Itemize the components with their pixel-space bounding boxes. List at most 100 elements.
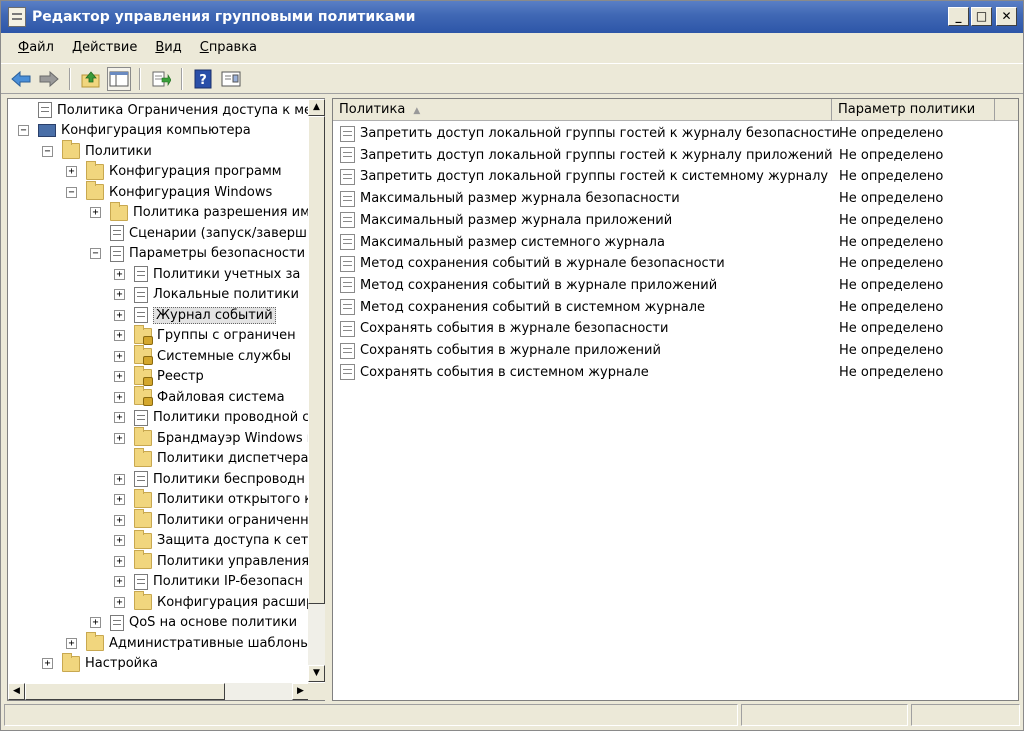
menu-file[interactable]: Файл [9,40,63,55]
tree-item[interactable]: + Защита доступа к сет [114,529,308,551]
minimize-button[interactable]: _ [948,7,969,26]
policy-name-cell: Максимальный размер журнала приложений [333,212,832,229]
show-hide-tree-button[interactable] [107,66,131,91]
help-button[interactable]: ? [191,67,215,91]
policy-name-cell: Сохранять события в журнале приложений [333,342,832,359]
collapse-icon[interactable]: − [42,145,53,157]
expand-icon[interactable]: + [114,350,125,362]
expand-icon[interactable]: + [114,576,125,587]
scroll-right-arrow-icon[interactable]: ▶ [292,683,309,700]
tree-item[interactable]: + Административные шаблоны [66,632,311,653]
column-header-setting[interactable]: Параметр политики [832,99,995,121]
console-tree-pane[interactable]: Политика Ограничения доступа к медиа − Кон… [7,98,325,701]
menu-view[interactable]: Вид [146,40,190,55]
tree-item[interactable]: − Конфигурация компьютера [18,121,251,141]
tree-item[interactable]: + Локальные политики [114,285,299,305]
tree-item[interactable]: + Политики ограниченн [114,509,309,530]
scroll-up-arrow-icon[interactable]: ▲ [308,99,325,116]
up-level-button[interactable] [79,67,103,91]
tree-item[interactable]: − Политики [42,140,152,161]
expand-icon[interactable]: + [114,289,125,300]
expand-icon[interactable]: + [114,371,125,382]
scroll-left-arrow-icon[interactable]: ◀ [8,683,25,700]
collapse-icon[interactable]: − [90,248,101,259]
back-button[interactable] [9,67,33,91]
tree-item[interactable]: − Параметры безопасности [90,244,305,264]
tree-hscroll-thumb[interactable] [25,683,225,700]
expand-icon[interactable]: + [114,309,125,321]
tree-vertical-scrollbar[interactable]: ▲ ▼ [308,99,325,682]
tree-horizontal-scrollbar[interactable]: ◀ ▶ [8,683,309,700]
tree-item[interactable]: + Политики проводной с [114,408,309,428]
tree-item[interactable]: + Политики управления [114,550,309,571]
tree-item[interactable]: Сценарии (запуск/заверш [90,223,307,243]
policy-setting-value: Не определено [839,169,944,185]
properties-button[interactable] [219,67,243,91]
collapse-icon[interactable]: − [66,186,77,198]
policy-row[interactable]: Запретить доступ локальной группы гостей… [333,166,1013,187]
status-segment-2 [741,704,908,726]
policy-row[interactable]: Сохранять события в журнале безопасности… [333,318,1013,339]
tree-item[interactable]: + Политики IP-безопасн [114,572,303,592]
tree-item[interactable]: + Системные службы [114,345,291,366]
menu-help[interactable]: Справка [191,40,266,55]
tree-item[interactable]: + Журнал событий [114,305,276,325]
policy-name: Максимальный размер системного журнала [360,234,665,250]
expand-icon[interactable]: + [114,514,125,526]
policy-list-pane[interactable]: Политика ▲ Параметр политики Запретить до… [332,98,1019,701]
expand-icon[interactable]: + [42,658,53,669]
policy-row[interactable]: Метод сохранения событий в журнале безоп… [333,253,1013,274]
policy-row[interactable]: Запретить доступ локальной группы гостей… [333,145,1013,166]
expand-icon[interactable]: + [66,637,77,649]
tree-item[interactable]: + Файловая система [114,386,285,407]
column-header-policy[interactable]: Политика ▲ [333,99,832,121]
close-button[interactable]: ✕ [996,7,1017,26]
policy-row[interactable]: Максимальный размер журнала приложений Не… [333,210,1013,231]
collapse-icon[interactable]: − [18,125,29,136]
expand-icon[interactable]: + [114,555,125,567]
expand-icon[interactable]: + [114,596,125,608]
policy-row[interactable]: Запретить доступ локальной группы гостей… [333,123,1013,144]
expand-icon[interactable]: + [114,391,125,403]
policy-row[interactable]: Метод сохранения событий в журнале прило… [333,275,1013,296]
expand-icon[interactable]: + [114,268,125,280]
tree-item[interactable]: Политика Ограничения доступа к медиа [18,100,325,120]
policy-row[interactable]: Максимальный размер системного журнала Не… [333,232,1013,253]
tree-item[interactable]: + Конфигурация расшир [114,591,314,612]
tree-scroll-thumb[interactable] [308,116,325,604]
gpo-app-icon [8,7,26,27]
tree-item[interactable]: + Политики открытого к [114,488,312,510]
scroll-down-arrow-icon[interactable]: ▼ [308,665,325,682]
expand-icon[interactable]: + [114,412,125,423]
policy-row[interactable]: Метод сохранения событий в системном жур… [333,297,1013,318]
policy-row[interactable]: Максимальный размер журнала безопасности… [333,188,1013,209]
expand-icon[interactable]: + [114,535,125,546]
tree-item[interactable]: + Настройка [42,652,158,674]
title-bar[interactable]: Редактор управления групповыми политикам… [1,1,1023,33]
menu-action[interactable]: Действие [63,40,146,55]
policy-row[interactable]: Сохранять события в журнале приложений Не… [333,340,1013,361]
pane-splitter[interactable] [325,98,332,701]
expand-icon[interactable]: + [66,166,77,177]
tree-item[interactable]: + Политики учетных за [114,264,300,284]
tree-item[interactable]: + Политики беспроводн [114,469,305,489]
expand-icon[interactable]: + [114,330,125,341]
export-list-button[interactable] [149,67,173,91]
expand-icon[interactable]: + [114,494,125,505]
tree-item-label: Политики IP-безопасн [153,574,304,589]
tree-item[interactable]: + QoS на основе политики [90,613,297,633]
tree-item[interactable]: − Конфигурация Windows [66,181,272,202]
tree-item[interactable]: + Реестр [114,365,204,387]
maximize-button[interactable]: □ [971,7,992,26]
expand-icon[interactable]: + [114,473,125,485]
expand-icon[interactable]: + [90,207,101,218]
tree-item[interactable]: Политики диспетчера [114,447,309,469]
tree-item[interactable]: + Брандмауэр Windows в [114,427,314,448]
tree-item[interactable]: + Конфигурация программ [66,160,282,182]
expand-icon[interactable]: + [114,432,125,444]
forward-button[interactable] [37,67,61,91]
expand-icon[interactable]: + [90,617,101,628]
tree-item[interactable]: + Политика разрешения име [90,201,318,223]
policy-row[interactable]: Сохранять события в системном журнале Не … [333,362,1013,383]
tree-item[interactable]: + Группы с ограничен [114,324,296,346]
